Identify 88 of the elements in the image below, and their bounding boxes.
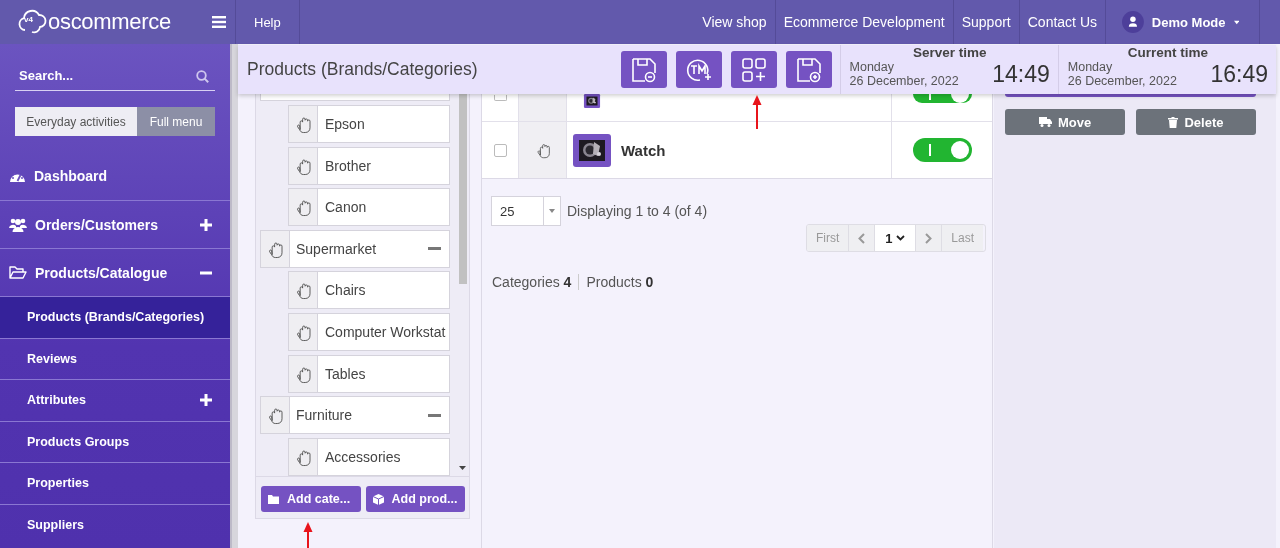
tree-row[interactable]: Epson [288,105,450,143]
annotation-arrow [752,95,762,129]
box-icon [372,493,384,505]
time-label: Current time [1126,45,1209,60]
drag-handle-icon[interactable] [289,355,318,392]
minus-icon[interactable] [428,247,441,251]
scroll-down-arrow-icon[interactable] [459,466,467,470]
add-category-button[interactable]: Add cate... [261,486,361,512]
plus-icon[interactable] [200,394,212,407]
date: 26 December, 2022 [849,74,959,88]
logo-text: oscommerce [48,9,171,35]
count-summary: Categories 4 [492,274,572,290]
count-summary: Products 0 [578,274,654,290]
grid-add-button[interactable] [730,51,777,88]
page-select[interactable]: 1 [875,225,917,251]
save-plus-icon [795,56,822,83]
delete-button[interactable]: Delete [1136,109,1256,135]
page-title: Products (Brands/Categories) [246,59,479,80]
drag-handle-icon[interactable] [261,397,290,434]
chevron-left-icon [858,232,866,244]
tree-row[interactable]: Canon [288,188,450,227]
caret-icon [549,209,555,213]
sidebar-item-label: Properties [27,476,90,491]
sidebar-item-label: Suppliers [27,517,85,532]
weekday: Monday [849,60,896,74]
tree-row[interactable]: Computer Workstat [288,312,450,351]
save-add-button[interactable] [785,51,832,88]
grid-plus-icon [740,56,767,83]
tree-row[interactable]: Furniture [260,396,450,435]
trademark-plus-icon [684,56,713,83]
caret-icon [1233,19,1239,25]
drag-handle-icon[interactable] [289,272,318,309]
plus-icon[interactable] [200,218,212,231]
annotation-arrow [303,522,313,548]
drag-handle-icon[interactable] [289,106,318,142]
next-page-button[interactable] [916,225,943,251]
save-remove-button[interactable] [620,51,667,88]
add-product-button[interactable]: Add prod... [365,486,465,512]
search-field[interactable]: Search... [15,61,215,91]
sidebar-item-label: Products Groups [27,434,131,449]
folder-icon [268,494,279,504]
folder-icon [9,265,27,280]
sidebar-item[interactable]: Products (Brands/Categories) [0,296,230,338]
tree-row[interactable]: Chairs [288,271,450,310]
per-page-select[interactable]: 25 [491,196,561,226]
menu-mode-tab[interactable]: Everyday activities [15,107,137,136]
sidebar-item-label: Dashboard [34,168,109,184]
tree-row[interactable]: Tables [288,354,450,393]
drag-handle-icon[interactable] [289,313,318,350]
move-button[interactable]: Move [1005,109,1125,135]
chevron-right-icon [925,232,933,244]
minus-icon[interactable] [428,413,441,417]
drag-handle-icon[interactable] [289,189,318,226]
weekday: Monday [1067,60,1114,74]
logo-version-label: v4 [24,15,33,24]
menu-icon[interactable] [212,16,226,28]
previous-page-button[interactable] [849,225,876,251]
drag-handle-icon[interactable] [289,438,318,475]
row-checkbox[interactable] [493,95,507,101]
time-label: Server time [911,45,988,60]
save-minus-icon [630,56,657,83]
sidebar-item-label: Products (Brands/Categories) [27,310,206,325]
users-icon [9,217,27,232]
drag-handle-icon[interactable] [289,147,318,184]
trademark-add-button[interactable] [675,51,722,88]
trash-icon [1168,116,1179,128]
tree-row[interactable]: Brother [288,146,450,185]
clock-time: 14:49 [992,60,1050,88]
clock-time: 16:49 [1210,60,1268,88]
table-row[interactable]: Watch [482,122,992,178]
search-icon [196,70,209,83]
displaying-info: Displaying 1 to 4 (of 4) [567,203,708,219]
sidebar-item-label: Reviews [27,351,79,366]
drag-handle-icon[interactable] [261,230,290,267]
sidebar-item[interactable]: Dashboard [0,152,230,200]
tree-row[interactable]: Accessories [288,437,450,476]
truck-icon [1038,117,1052,127]
sidebar-item-label: Orders/Customers [35,216,159,233]
product-name[interactable]: Watch [621,141,666,159]
date: 26 December, 2022 [1067,74,1177,88]
chevron-down-icon [896,235,906,241]
status-toggle[interactable] [913,138,972,162]
sidebar-resize-handle[interactable] [230,44,238,548]
tree-row[interactable]: Supermarket [260,229,450,268]
sidebar-item-label: Attributes [27,393,88,408]
row-checkbox[interactable] [493,143,507,157]
sidebar-item[interactable]: Orders/Customers [0,200,230,248]
sidebar-item-label: Products/Catalogue [35,264,169,281]
